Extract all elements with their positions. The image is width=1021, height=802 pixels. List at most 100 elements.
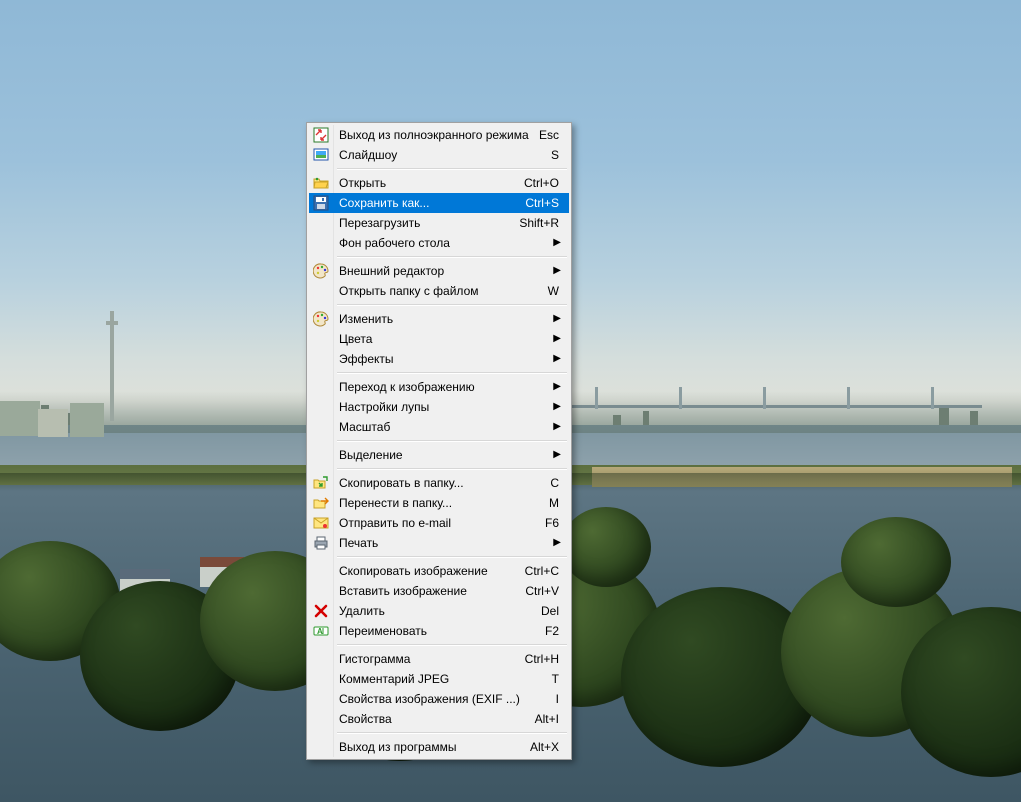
blank-icon xyxy=(313,691,329,707)
menu-item-shortcut: F2 xyxy=(545,621,559,641)
menu-item-shortcut: Ctrl+C xyxy=(525,561,559,581)
menu-item-properties[interactable]: Свойства Alt+I xyxy=(309,709,569,729)
menu-separator xyxy=(337,372,567,374)
submenu-arrow-icon: ▶ xyxy=(553,417,561,437)
blank-icon xyxy=(313,351,329,367)
submenu-arrow-icon: ▶ xyxy=(553,309,561,329)
save-icon xyxy=(313,195,329,211)
submenu-arrow-icon: ▶ xyxy=(553,261,561,281)
menu-item-rename[interactable]: Переименовать F2 xyxy=(309,621,569,641)
menu-item-label: Настройки лупы xyxy=(339,400,429,414)
menu-item-delete[interactable]: Удалить Del xyxy=(309,601,569,621)
menu-item-label: Открыть папку с файлом xyxy=(339,284,479,298)
menu-item-label: Скопировать в папку... xyxy=(339,476,464,490)
menu-item-edit[interactable]: Изменить ▶ xyxy=(309,309,569,329)
menu-item-shortcut: Ctrl+H xyxy=(525,649,559,669)
blank-icon xyxy=(313,739,329,755)
menu-item-effects[interactable]: Эффекты▶ xyxy=(309,349,569,369)
menu-item-shortcut: T xyxy=(552,669,559,689)
menu-item-label: Переименовать xyxy=(339,624,427,638)
menu-item-wallpaper[interactable]: Фон рабочего стола▶ xyxy=(309,233,569,253)
menu-item-label: Комментарий JPEG xyxy=(339,672,449,686)
menu-item-label: Печать xyxy=(339,536,378,550)
menu-item-colors[interactable]: Цвета ▶ xyxy=(309,329,569,349)
submenu-arrow-icon: ▶ xyxy=(553,329,561,349)
menu-item-label: Скопировать изображение xyxy=(339,564,488,578)
menu-item-shortcut: Ctrl+V xyxy=(525,581,559,601)
submenu-arrow-icon: ▶ xyxy=(553,349,561,369)
menu-item-shortcut: Ctrl+S xyxy=(525,193,559,213)
menu-item-label: Цвета xyxy=(339,332,372,346)
blank-icon xyxy=(313,399,329,415)
menu-item-label: Сохранить как... xyxy=(339,196,429,210)
submenu-arrow-icon: ▶ xyxy=(553,445,561,465)
menu-item-shortcut: Del xyxy=(541,601,559,621)
menu-item-reload[interactable]: Перезагрузить Shift+R xyxy=(309,213,569,233)
menu-item-label: Переход к изображению xyxy=(339,380,475,394)
menu-item-exit[interactable]: Выход из программыAlt+X xyxy=(309,737,569,757)
menu-item-shortcut: S xyxy=(551,145,559,165)
menu-item-zoom[interactable]: Масштаб ▶ xyxy=(309,417,569,437)
menu-item-label: Свойства xyxy=(339,712,392,726)
menu-item-open-folder[interactable]: Открыть папку с файлом W xyxy=(309,281,569,301)
menu-item-exit-fullscreen[interactable]: Выход из полноэкранного режимаEsc xyxy=(309,125,569,145)
menu-item-label: Перезагрузить xyxy=(339,216,420,230)
menu-item-label: Вставить изображение xyxy=(339,584,467,598)
menu-item-save-as[interactable]: Сохранить как... Ctrl+S xyxy=(309,193,569,213)
menu-item-paste-image[interactable]: Вставить изображение Ctrl+V xyxy=(309,581,569,601)
menu-item-print[interactable]: Печать▶ xyxy=(309,533,569,553)
menu-item-label: Выход из программы xyxy=(339,740,456,754)
blank-icon xyxy=(313,671,329,687)
printer-icon xyxy=(313,535,329,551)
menu-item-slideshow[interactable]: СлайдшоуS xyxy=(309,145,569,165)
menu-item-shortcut: W xyxy=(548,281,559,301)
menu-item-label: Масштаб xyxy=(339,420,390,434)
blank-icon xyxy=(313,583,329,599)
menu-item-external-editor[interactable]: Внешний редактор▶ xyxy=(309,261,569,281)
blank-icon xyxy=(313,711,329,727)
blank-icon xyxy=(313,379,329,395)
menu-item-email[interactable]: Отправить по e-mail F6 xyxy=(309,513,569,533)
menu-item-label: Удалить xyxy=(339,604,385,618)
menu-item-label: Изменить xyxy=(339,312,393,326)
menu-item-shortcut: I xyxy=(556,689,559,709)
menu-item-histogram[interactable]: ГистограммаCtrl+H xyxy=(309,649,569,669)
menu-separator xyxy=(337,468,567,470)
menu-item-selection[interactable]: Выделение▶ xyxy=(309,445,569,465)
menu-separator xyxy=(337,256,567,258)
blank-icon xyxy=(313,283,329,299)
mail-icon xyxy=(313,515,329,531)
submenu-arrow-icon: ▶ xyxy=(553,233,561,253)
slideshow-icon xyxy=(313,147,329,163)
menu-item-open[interactable]: Открыть Ctrl+O xyxy=(309,173,569,193)
move-folder-icon xyxy=(313,495,329,511)
menu-item-copy-image[interactable]: Скопировать изображение Ctrl+C xyxy=(309,561,569,581)
menu-separator xyxy=(337,168,567,170)
menu-item-shortcut: Alt+I xyxy=(535,709,559,729)
menu-item-move-to[interactable]: Перенести в папку...M xyxy=(309,493,569,513)
menu-item-label: Отправить по e-mail xyxy=(339,516,451,530)
bg-bridge xyxy=(562,389,982,417)
folder-open-icon xyxy=(313,175,329,191)
menu-item-label: Открыть xyxy=(339,176,386,190)
menu-item-shortcut: M xyxy=(549,493,559,513)
menu-item-goto-image[interactable]: Переход к изображению▶ xyxy=(309,377,569,397)
menu-item-shortcut: Shift+R xyxy=(519,213,559,233)
blank-icon xyxy=(313,215,329,231)
menu-item-copy-to[interactable]: Скопировать в папку...C xyxy=(309,473,569,493)
menu-item-exif[interactable]: Свойства изображения (EXIF ...) I xyxy=(309,689,569,709)
menu-item-loupe[interactable]: Настройки лупы▶ xyxy=(309,397,569,417)
menu-item-label: Свойства изображения (EXIF ...) xyxy=(339,692,520,706)
palette-icon xyxy=(313,311,329,327)
menu-item-jpeg-comment[interactable]: Комментарий JPEG T xyxy=(309,669,569,689)
context-menu: Выход из полноэкранного режимаEscСлайдшо… xyxy=(306,122,572,760)
copy-folder-icon xyxy=(313,475,329,491)
rename-icon xyxy=(313,623,329,639)
menu-separator xyxy=(337,304,567,306)
context-menu-list: Выход из полноэкранного режимаEscСлайдшо… xyxy=(309,125,569,757)
menu-item-shortcut: F6 xyxy=(545,513,559,533)
menu-item-shortcut: Ctrl+O xyxy=(524,173,559,193)
palette-icon xyxy=(313,263,329,279)
delete-icon xyxy=(313,603,329,619)
blank-icon xyxy=(313,331,329,347)
